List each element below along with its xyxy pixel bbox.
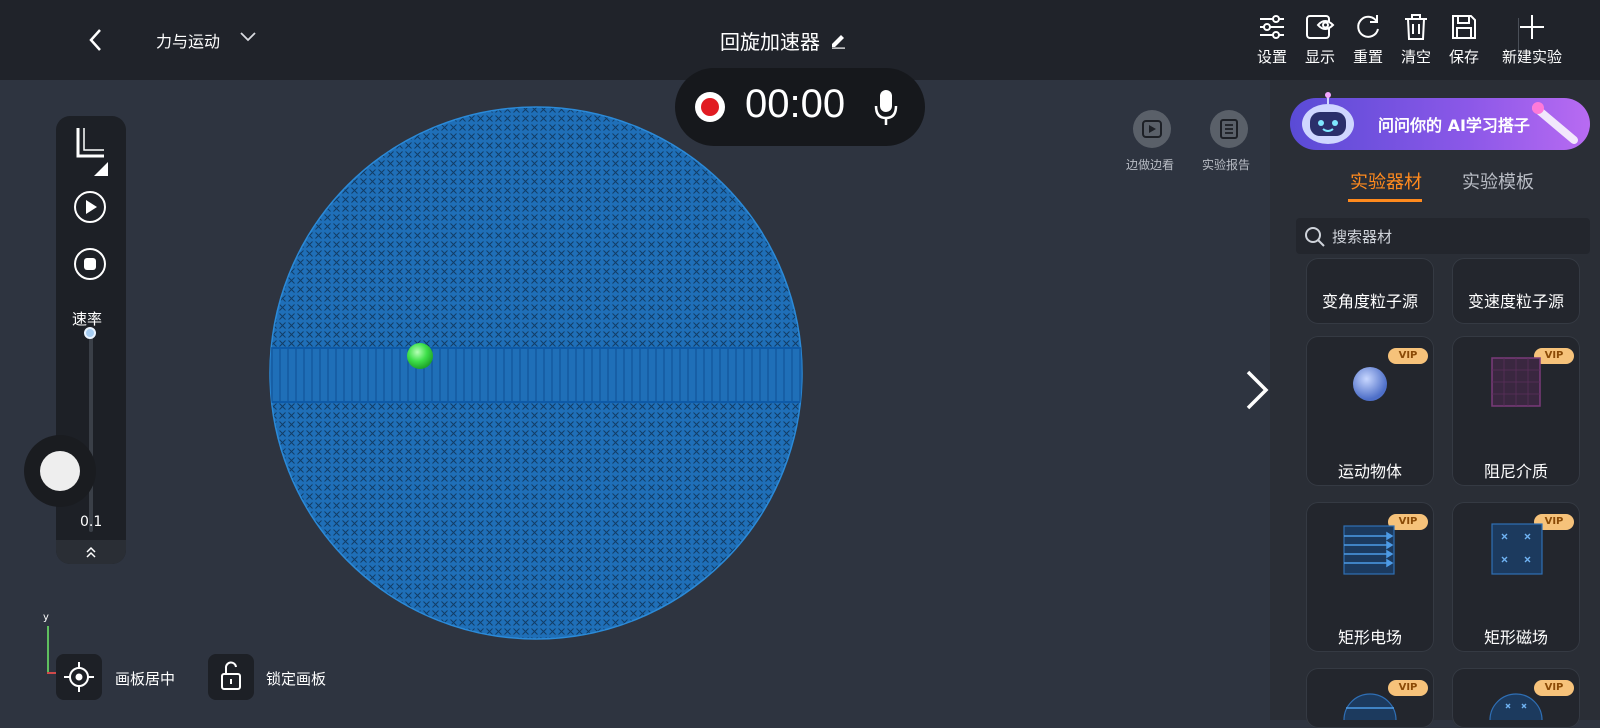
equipment-card-label: 运动物体 <box>1337 462 1402 481</box>
display-button[interactable]: 显示 <box>1298 12 1342 72</box>
stop-icon[interactable] <box>73 247 107 281</box>
collapse-toolbar-button[interactable] <box>56 540 126 564</box>
microphone-icon[interactable] <box>873 88 899 128</box>
new-experiment-button[interactable]: 新建实验 <box>1500 12 1564 72</box>
equipment-card-circular-magnetic-field[interactable]: VIP <box>1452 668 1580 728</box>
search-icon <box>1305 227 1325 247</box>
equipment-card-moving-object[interactable]: VIP 运动物体 <box>1306 336 1434 486</box>
active-tab-indicator <box>1348 199 1422 202</box>
circular-electric-field-icon <box>1343 693 1397 720</box>
watch-while-doing-button[interactable] <box>1133 110 1171 148</box>
record-button[interactable] <box>695 92 725 122</box>
reset-label: 重置 <box>1352 48 1383 66</box>
refresh-icon <box>1357 15 1379 38</box>
tab-templates[interactable]: 实验模板 <box>1462 168 1534 194</box>
plus-icon <box>1520 15 1544 39</box>
experiment-report-button[interactable] <box>1210 110 1248 148</box>
equipment-card-circular-electric-field[interactable]: VIP <box>1306 668 1434 728</box>
speed-slider-handle[interactable] <box>84 327 96 339</box>
center-canvas-label: 画板居中 <box>115 670 176 688</box>
save-button[interactable]: 保存 <box>1442 12 1486 72</box>
equipment-card-label: 矩形电场 <box>1337 628 1402 647</box>
ai-banner-text: 问问你的 AI学习搭子 <box>1378 116 1530 135</box>
lock-canvas-button[interactable] <box>208 654 254 700</box>
edit-pencil-icon[interactable] <box>830 33 846 49</box>
electric-field-icon <box>1343 525 1395 575</box>
speed-label: 速率 <box>72 310 103 328</box>
chevron-right-icon[interactable] <box>1244 368 1270 412</box>
trash-icon <box>1405 14 1427 40</box>
clear-button[interactable]: 清空 <box>1394 12 1438 72</box>
report-icon <box>1220 119 1238 139</box>
magnetic-field-icon <box>1491 523 1543 575</box>
equipment-card-label: 变角度粒子源 <box>1321 292 1418 311</box>
robot-mascot-icon <box>1302 92 1354 144</box>
back-arrow-icon <box>89 29 101 51</box>
reset-button[interactable]: 重置 <box>1346 12 1390 72</box>
tab-equipment[interactable]: 实验器材 <box>1350 168 1422 194</box>
topic-selector[interactable]: 力与运动 <box>156 28 220 52</box>
center-canvas-button[interactable] <box>56 654 102 700</box>
search-placeholder: 搜索器材 <box>1332 228 1393 246</box>
equipment-card-variable-speed-source[interactable]: 变速度粒子源 <box>1452 258 1580 324</box>
joystick-knob[interactable] <box>40 451 80 491</box>
speed-slider-track[interactable] <box>89 332 93 532</box>
equipment-card-label: 变速度粒子源 <box>1467 292 1564 311</box>
circular-magnetic-field-icon <box>1489 693 1543 720</box>
equipment-card-rectangular-magnetic-field[interactable]: VIP 矩形磁场 <box>1452 502 1580 652</box>
vip-badge: VIP <box>1388 348 1428 364</box>
watch-while-doing-label: 边做边看 <box>1126 158 1175 172</box>
chevron-down-icon[interactable] <box>238 26 258 51</box>
settings-button[interactable]: 设置 <box>1250 12 1294 72</box>
equipment-card-rectangular-electric-field[interactable]: VIP 矩形电场 <box>1306 502 1434 652</box>
play-icon[interactable] <box>73 190 107 224</box>
ruler-tool-icon[interactable] <box>74 124 110 178</box>
back-button[interactable] <box>86 26 110 54</box>
new-experiment-label: 新建实验 <box>1501 48 1562 66</box>
save-icon <box>1452 15 1476 39</box>
electric-field-gap[interactable] <box>260 347 820 403</box>
y-axis-label: y <box>43 612 49 623</box>
video-play-icon <box>1142 120 1162 138</box>
recording-timer: 00:00 <box>745 82 846 126</box>
save-label: 保存 <box>1448 48 1479 66</box>
unlock-icon <box>221 661 241 690</box>
crosshair-icon <box>64 662 94 692</box>
experiment-title-text: 回旋加速器 <box>720 30 820 54</box>
sliders-icon <box>1260 15 1284 39</box>
equipment-card-variable-angle-source[interactable]: 变角度粒子源 <box>1306 258 1434 324</box>
damping-medium-icon <box>1491 357 1541 407</box>
clear-label: 清空 <box>1400 48 1431 66</box>
experiment-title[interactable]: 回旋加速器 <box>720 26 846 55</box>
y-axis-indicator <box>47 626 49 674</box>
equipment-card-damping-medium[interactable]: VIP 阻尼介质 <box>1452 336 1580 486</box>
settings-label: 设置 <box>1256 48 1287 66</box>
lock-canvas-label: 锁定画板 <box>266 670 327 688</box>
speed-value: 0.1 <box>80 514 103 530</box>
charged-particle[interactable] <box>407 343 433 369</box>
sphere-icon <box>1353 367 1387 401</box>
equipment-card-label: 阻尼介质 <box>1483 462 1548 481</box>
recording-bar: 00:00 <box>675 68 925 146</box>
display-label: 显示 <box>1304 48 1335 66</box>
equipment-card-label: 矩形磁场 <box>1483 628 1548 647</box>
double-chevron-up-icon <box>86 546 96 558</box>
cyclotron-canvas[interactable] <box>260 78 820 678</box>
experiment-report-label: 实验报告 <box>1202 158 1251 172</box>
eye-icon <box>1306 15 1335 39</box>
sparkle-wand-icon <box>1532 102 1578 144</box>
